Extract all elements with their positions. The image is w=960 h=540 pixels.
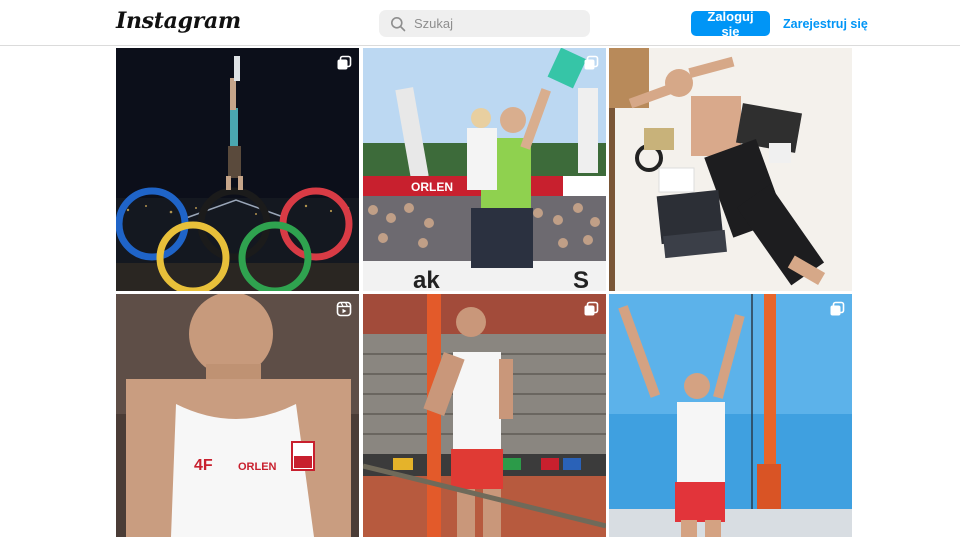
post-tile[interactable] <box>609 294 852 537</box>
carousel-icon <box>583 55 599 71</box>
post-image-athlete-with-child: ORLEN ak S <box>362 48 606 291</box>
search-icon <box>390 16 406 32</box>
banner-orlen-text: ORLEN <box>411 180 453 194</box>
svg-text:S: S <box>573 267 589 291</box>
post-tile[interactable] <box>116 48 359 291</box>
post-tile[interactable]: 4F ORLEN <box>116 294 359 537</box>
carousel-icon <box>336 55 352 71</box>
post-tile[interactable]: ORLEN ak S <box>362 48 606 291</box>
search-box[interactable] <box>379 10 590 37</box>
post-image-pole-vaulter-sky <box>609 294 852 537</box>
search-input[interactable] <box>414 16 574 31</box>
post-tile[interactable] <box>362 294 606 537</box>
post-image-athlete-closeup: 4F ORLEN <box>116 294 359 537</box>
carousel-icon <box>829 301 845 317</box>
svg-text:ak: ak <box>413 267 440 291</box>
instagram-logo[interactable]: Instagram <box>116 8 241 34</box>
reel-icon <box>336 301 352 317</box>
post-image-pole-vaulter-stadium <box>362 294 606 537</box>
post-image-olympic-rings-handstand <box>116 48 359 291</box>
singlet-orlen-text: ORLEN <box>238 461 277 473</box>
top-navigation-bar: Instagram Zaloguj się Zarejestruj się <box>0 0 960 46</box>
signup-link[interactable]: Zarejestruj się <box>783 17 868 31</box>
post-tile[interactable] <box>609 48 852 291</box>
svg-text:4F: 4F <box>194 457 213 474</box>
carousel-icon <box>583 301 599 317</box>
posts-grid: ORLEN ak S 4F ORLEN <box>116 48 852 540</box>
post-image-athlete-on-bed <box>609 48 852 291</box>
login-button[interactable]: Zaloguj się <box>691 9 770 39</box>
